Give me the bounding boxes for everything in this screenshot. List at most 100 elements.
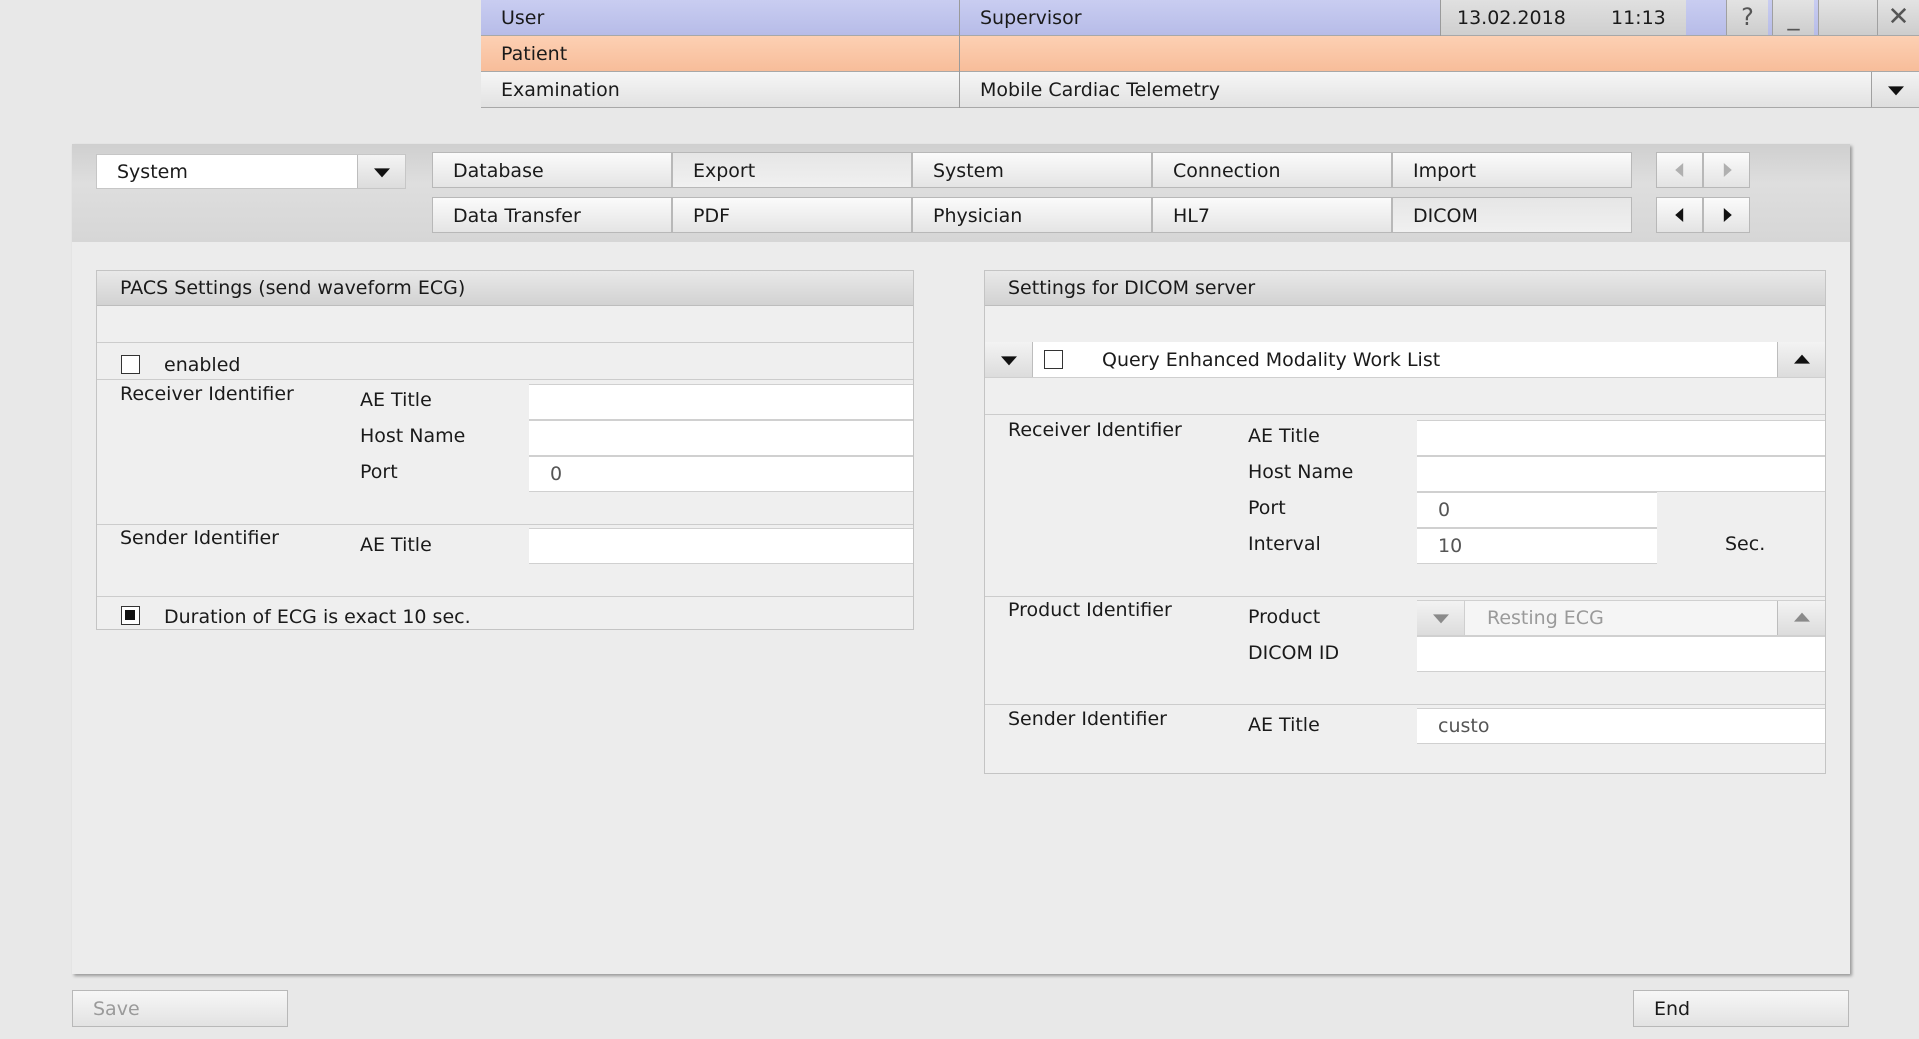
module-select-value: System [117, 161, 188, 183]
help-icon[interactable]: ? [1726, 0, 1768, 35]
chevron-down-icon [373, 167, 390, 177]
dicom-interval-input[interactable]: 10 [1417, 528, 1657, 564]
divider [97, 342, 913, 343]
divider [985, 596, 1825, 597]
tab-data-transfer[interactable]: Data Transfer [432, 197, 672, 233]
query-worklist-checkbox[interactable] [1044, 350, 1063, 369]
examination-row: Examination Mobile Cardiac Telemetry [481, 72, 1919, 108]
user-row: User Supervisor 13.02.2018 11:13 ? _ ✕ [481, 0, 1919, 36]
patient-row[interactable]: Patient [481, 36, 1919, 72]
tab-band: System Database Export System Connection… [72, 144, 1850, 242]
divider [97, 379, 913, 380]
dicom-sender-label: Sender Identifier [1008, 708, 1167, 730]
chevron-down-icon [1432, 614, 1449, 624]
chevron-down-icon [1887, 85, 1904, 95]
pacs-enabled-checkbox[interactable] [121, 355, 140, 374]
tab-row1-prev-button[interactable] [1656, 152, 1703, 188]
dicom-server-panel: Settings for DICOM server Query Enhanced… [984, 270, 1826, 774]
product-label: Product [1248, 606, 1321, 628]
dicom-port-input[interactable]: 0 [1417, 492, 1657, 528]
window-spacer [1818, 0, 1877, 35]
pacs-receiver-label: Receiver Identifier [120, 383, 294, 405]
divider [97, 596, 913, 597]
chevron-left-icon [1674, 208, 1683, 222]
pacs-sender-label: Sender Identifier [120, 527, 279, 549]
product-next-button[interactable] [1777, 601, 1825, 635]
end-button[interactable]: End [1633, 990, 1849, 1027]
pacs-panel-title: PACS Settings (send waveform ECG) [97, 271, 913, 306]
patient-value[interactable] [960, 36, 1860, 71]
dicom-sender-ae-input[interactable]: custo [1417, 708, 1825, 744]
product-select[interactable]: Resting ECG [1417, 600, 1825, 636]
pacs-host-input[interactable] [529, 420, 913, 456]
examination-value[interactable]: Mobile Cardiac Telemetry [960, 72, 1860, 107]
dicom-id-label: DICOM ID [1248, 642, 1340, 664]
tab-pdf[interactable]: PDF [672, 197, 912, 233]
examination-dropdown-button[interactable] [1871, 72, 1919, 107]
dicom-host-label: Host Name [1248, 461, 1354, 483]
pacs-sender-ae-input[interactable] [529, 528, 913, 564]
query-collapse-button[interactable] [985, 342, 1033, 377]
tab-connection[interactable]: Connection [1152, 152, 1392, 188]
query-expand-button[interactable] [1777, 342, 1825, 377]
settings-window: System Database Export System Connection… [72, 144, 1850, 974]
date-time: 13.02.2018 11:13 [1441, 0, 1686, 35]
ecg-duration-label: Duration of ECG is exact 10 sec. [164, 606, 471, 628]
pacs-host-label: Host Name [360, 425, 466, 447]
date-value: 13.02.2018 [1457, 7, 1566, 29]
dicom-sender-ae-label: AE Title [1248, 714, 1320, 736]
dicom-host-input[interactable] [1417, 456, 1825, 492]
minimize-icon[interactable]: _ [1772, 0, 1814, 35]
save-button[interactable]: Save [72, 990, 288, 1027]
dicom-panel-title: Settings for DICOM server [985, 271, 1825, 306]
tab-row2-prev-button[interactable] [1656, 197, 1703, 233]
pacs-ae-title-label: AE Title [360, 389, 432, 411]
examination-label: Examination [501, 79, 620, 101]
tab-dicom[interactable]: DICOM [1392, 197, 1632, 233]
product-identifier-label: Product Identifier [1008, 599, 1172, 621]
interval-unit-label: Sec. [1725, 533, 1766, 555]
user-label: User [501, 7, 545, 29]
dicom-port-label: Port [1248, 497, 1286, 519]
pacs-ae-title-input[interactable] [529, 384, 913, 420]
product-prev-button[interactable] [1417, 601, 1465, 635]
close-icon[interactable]: ✕ [1877, 0, 1919, 35]
chevron-right-icon [1723, 163, 1732, 177]
tab-import[interactable]: Import [1392, 152, 1632, 188]
query-worklist-label: Query Enhanced Modality Work List [1102, 349, 1441, 371]
pacs-port-input[interactable]: 0 [529, 456, 913, 492]
pacs-enabled-label: enabled [164, 354, 241, 376]
pacs-sender-ae-label: AE Title [360, 534, 432, 556]
dicom-ae-title-input[interactable] [1417, 420, 1825, 456]
query-worklist-row: Query Enhanced Modality Work List [985, 342, 1825, 378]
chevron-up-icon [1793, 612, 1810, 622]
module-select[interactable]: System [96, 154, 406, 189]
dicom-id-input[interactable] [1417, 636, 1825, 672]
tab-physician[interactable]: Physician [912, 197, 1152, 233]
ecg-duration-checkbox[interactable] [121, 606, 140, 625]
chevron-up-icon [1793, 354, 1810, 364]
chevron-down-icon [1000, 355, 1017, 365]
tab-row1-next-button[interactable] [1703, 152, 1750, 188]
tab-row2-next-button[interactable] [1703, 197, 1750, 233]
divider [985, 704, 1825, 705]
module-select-button[interactable] [357, 155, 405, 188]
divider [985, 414, 1825, 415]
dicom-ae-title-label: AE Title [1248, 425, 1320, 447]
product-value: Resting ECG [1487, 607, 1604, 629]
tab-export[interactable]: Export [672, 152, 912, 188]
divider [97, 524, 913, 525]
dicom-interval-label: Interval [1248, 533, 1321, 555]
top-info-bar: User Supervisor 13.02.2018 11:13 ? _ ✕ P… [481, 0, 1919, 108]
pacs-settings-panel: PACS Settings (send waveform ECG) enable… [96, 270, 914, 630]
chevron-left-icon [1674, 163, 1683, 177]
pacs-port-label: Port [360, 461, 398, 483]
dicom-receiver-label: Receiver Identifier [1008, 419, 1182, 441]
tab-system[interactable]: System [912, 152, 1152, 188]
user-value[interactable]: Supervisor [960, 0, 1440, 35]
tab-database[interactable]: Database [432, 152, 672, 188]
patient-label: Patient [501, 43, 568, 65]
tab-hl7[interactable]: HL7 [1152, 197, 1392, 233]
time-value: 11:13 [1611, 7, 1666, 29]
chevron-right-icon [1723, 208, 1732, 222]
